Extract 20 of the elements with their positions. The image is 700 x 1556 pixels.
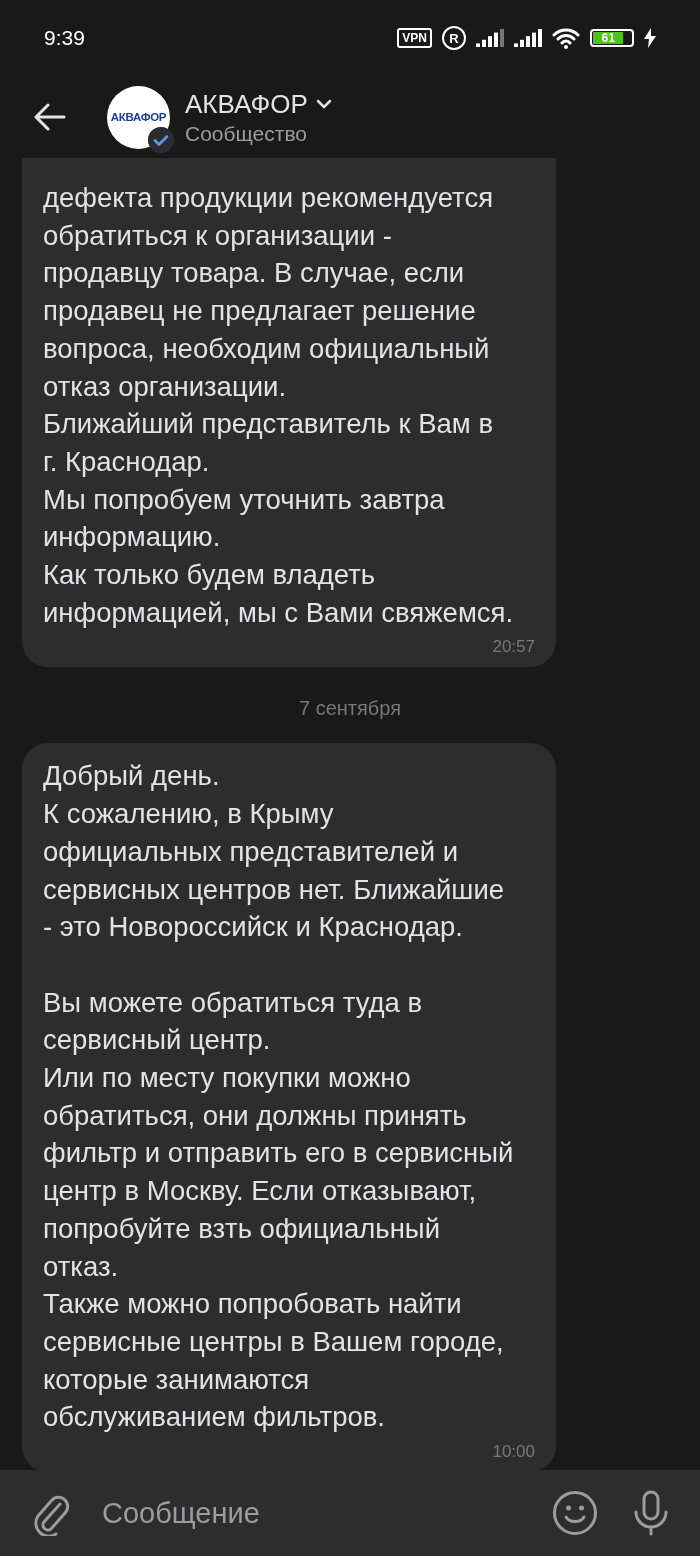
wifi-icon [552, 27, 580, 49]
message-text: Добрый день. К сожалению, в Крыму официальных представителей и сервисных центров нет. Ближайшие - это Новороссийск и Краснодар. Вы можете обратиться туда в сервисный центр. Или по месту покупки можно обратиться, они должны принять фильтр и отправить его в сервисный центр в Москву. Если отказывают, попробуйте взть официальный отказ. Также можно попробовать найти сервисные центры в Вашем городе, которые занимаются обслуживанием фильтров. [43, 759, 515, 1435]
smiley-icon[interactable] [552, 1490, 598, 1536]
community-avatar[interactable]: АКВАФОР [107, 85, 170, 149]
logo-text: АКВАФОР [110, 111, 167, 123]
clock: 9:39 [44, 26, 86, 50]
microphone-icon[interactable] [632, 1490, 670, 1536]
back-arrow-icon[interactable] [34, 103, 66, 131]
battery-icon: 61 [590, 29, 634, 47]
signal-icon [514, 29, 542, 47]
roaming-indicator: R [442, 26, 466, 50]
vpn-indicator: VPN [397, 28, 432, 48]
message-text: дефекта продукции рекомендуется обратиться к организации - продавцу товара. В случае, если продавец не предлагает решение вопроса, необходим официальный отказ организации. Ближайший представитель к Вам в г. Краснодар. Мы попробуем уточнить завтра информацию. Как только будем владеть информацией, мы с Вами свяжемся. [43, 181, 515, 630]
chevron-down-icon[interactable] [315, 99, 332, 109]
date-separator: 7 сентября [299, 697, 401, 720]
signal-icon [476, 29, 504, 47]
chat-title[interactable]: АКВАФОР [185, 88, 308, 120]
message-time: 20:57 [492, 637, 535, 658]
message-time: 10:00 [492, 1442, 535, 1463]
chat-subtitle: Сообщество [185, 121, 308, 146]
